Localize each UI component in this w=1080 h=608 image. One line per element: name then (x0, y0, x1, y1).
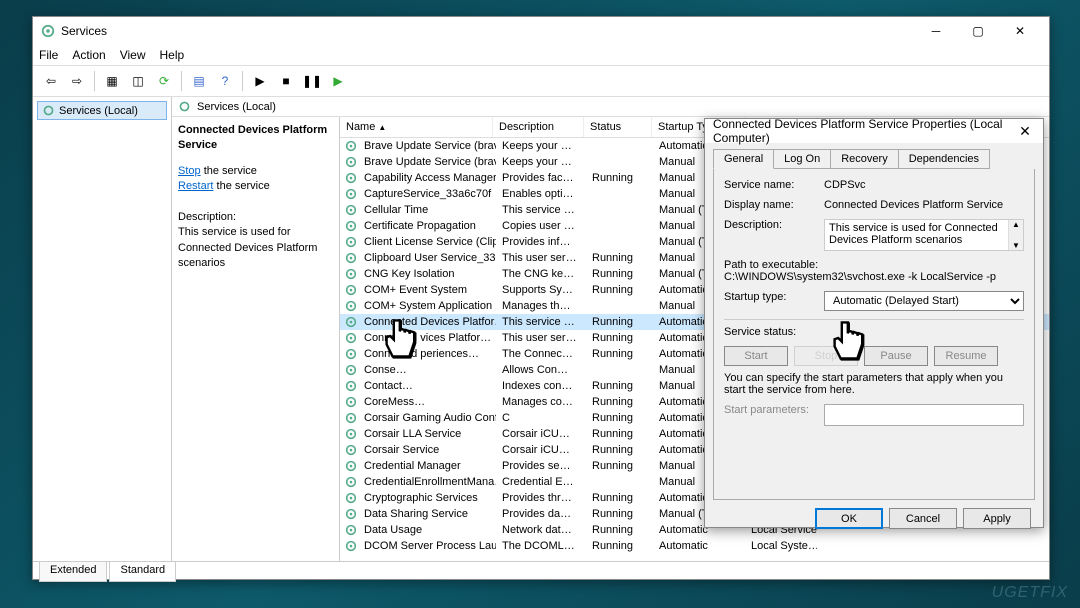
col-status[interactable]: Status (584, 117, 652, 137)
table-row[interactable]: DCOM Server Process Laun…The DCOML…Runni… (340, 538, 1049, 554)
props-close-button[interactable]: ✕ (1015, 122, 1035, 140)
gear-icon (42, 104, 55, 117)
restart-service-button[interactable]: ▶ (326, 69, 350, 93)
tab-dependencies[interactable]: Dependencies (898, 149, 990, 169)
tree-panel: Services (Local) (33, 97, 172, 561)
start-button[interactable]: Start (724, 346, 788, 366)
export-button[interactable]: ▤ (187, 69, 211, 93)
pause-button[interactable]: Pause (864, 346, 928, 366)
properties-button[interactable]: ◫ (126, 69, 150, 93)
menu-help[interactable]: Help (160, 48, 185, 62)
desc-textbox[interactable]: This service is used for Connected Devic… (824, 219, 1024, 251)
help-button[interactable]: ? (213, 69, 237, 93)
stop-button[interactable]: Stop (794, 346, 858, 366)
status-value (824, 326, 1024, 338)
toolbar: ⇦ ⇨ ▦ ◫ ⟳ ▤ ? ▶ ■ ❚❚ ▶ (33, 65, 1049, 97)
minimize-button[interactable]: － (915, 20, 957, 42)
apply-button[interactable]: Apply (963, 508, 1031, 529)
tab-extended[interactable]: Extended (39, 562, 107, 582)
window-title: Services (61, 24, 915, 38)
resume-button[interactable]: Resume (934, 346, 998, 366)
services-icon (41, 24, 55, 38)
scrollbar[interactable]: ▲▼ (1008, 220, 1023, 250)
desc-text: This service is used for Connected Devic… (178, 225, 333, 271)
path-label: Path to executable: (724, 259, 1024, 271)
service-name-label: Service name: (724, 179, 824, 191)
close-button[interactable]: ✕ (999, 20, 1041, 42)
stop-service-button[interactable]: ■ (274, 69, 298, 93)
menu-file[interactable]: File (39, 48, 58, 62)
stop-link[interactable]: Stop (178, 165, 201, 177)
refresh-button[interactable]: ⟳ (152, 69, 176, 93)
status-label: Service status: (724, 326, 824, 338)
params-hint: You can specify the start parameters tha… (724, 372, 1024, 396)
col-name[interactable]: Name ▲ (340, 117, 493, 137)
col-description[interactable]: Description (493, 117, 584, 137)
menu-view[interactable]: View (120, 48, 146, 62)
bottom-tabs: Extended Standard (33, 561, 1049, 582)
right-header: Services (Local) (172, 97, 1049, 117)
startup-type-select[interactable]: Automatic (Delayed Start) (824, 291, 1024, 311)
back-button[interactable]: ⇦ (39, 69, 63, 93)
tab-general[interactable]: General (713, 149, 774, 169)
properties-dialog: Connected Devices Platform Service Prope… (704, 118, 1044, 528)
path-value: C:\WINDOWS\system32\svchost.exe -k Local… (724, 271, 1024, 283)
titlebar[interactable]: Services － ▢ ✕ (33, 17, 1049, 45)
watermark: UGETFIX (992, 584, 1068, 602)
ok-button[interactable]: OK (815, 508, 883, 529)
tree-services-local[interactable]: Services (Local) (37, 101, 167, 120)
tab-logon[interactable]: Log On (773, 149, 831, 169)
service-name-value: CDPSvc (824, 179, 1024, 191)
tab-recovery[interactable]: Recovery (830, 149, 898, 169)
props-tabs: General Log On Recovery Dependencies (705, 143, 1043, 169)
service-info-panel: Connected Devices Platform Service Stop … (172, 117, 340, 561)
desc-label: Description: (178, 210, 333, 225)
display-name-value: Connected Devices Platform Service (824, 199, 1024, 211)
menubar: File Action View Help (33, 45, 1049, 65)
props-title-text: Connected Devices Platform Service Prope… (713, 117, 1015, 145)
forward-button[interactable]: ⇨ (65, 69, 89, 93)
show-hide-button[interactable]: ▦ (100, 69, 124, 93)
maximize-button[interactable]: ▢ (957, 20, 999, 42)
params-label: Start parameters: (724, 404, 824, 426)
selected-service-title: Connected Devices Platform Service (178, 123, 333, 154)
desc-label: Description: (724, 219, 824, 251)
cancel-button[interactable]: Cancel (889, 508, 957, 529)
display-name-label: Display name: (724, 199, 824, 211)
pause-service-button[interactable]: ❚❚ (300, 69, 324, 93)
params-input[interactable] (824, 404, 1024, 426)
gear-icon (178, 100, 191, 113)
tab-standard[interactable]: Standard (109, 562, 176, 582)
restart-link[interactable]: Restart (178, 180, 213, 192)
start-service-button[interactable]: ▶ (248, 69, 272, 93)
startup-label: Startup type: (724, 291, 824, 311)
menu-action[interactable]: Action (72, 48, 105, 62)
props-titlebar[interactable]: Connected Devices Platform Service Prope… (705, 119, 1043, 143)
